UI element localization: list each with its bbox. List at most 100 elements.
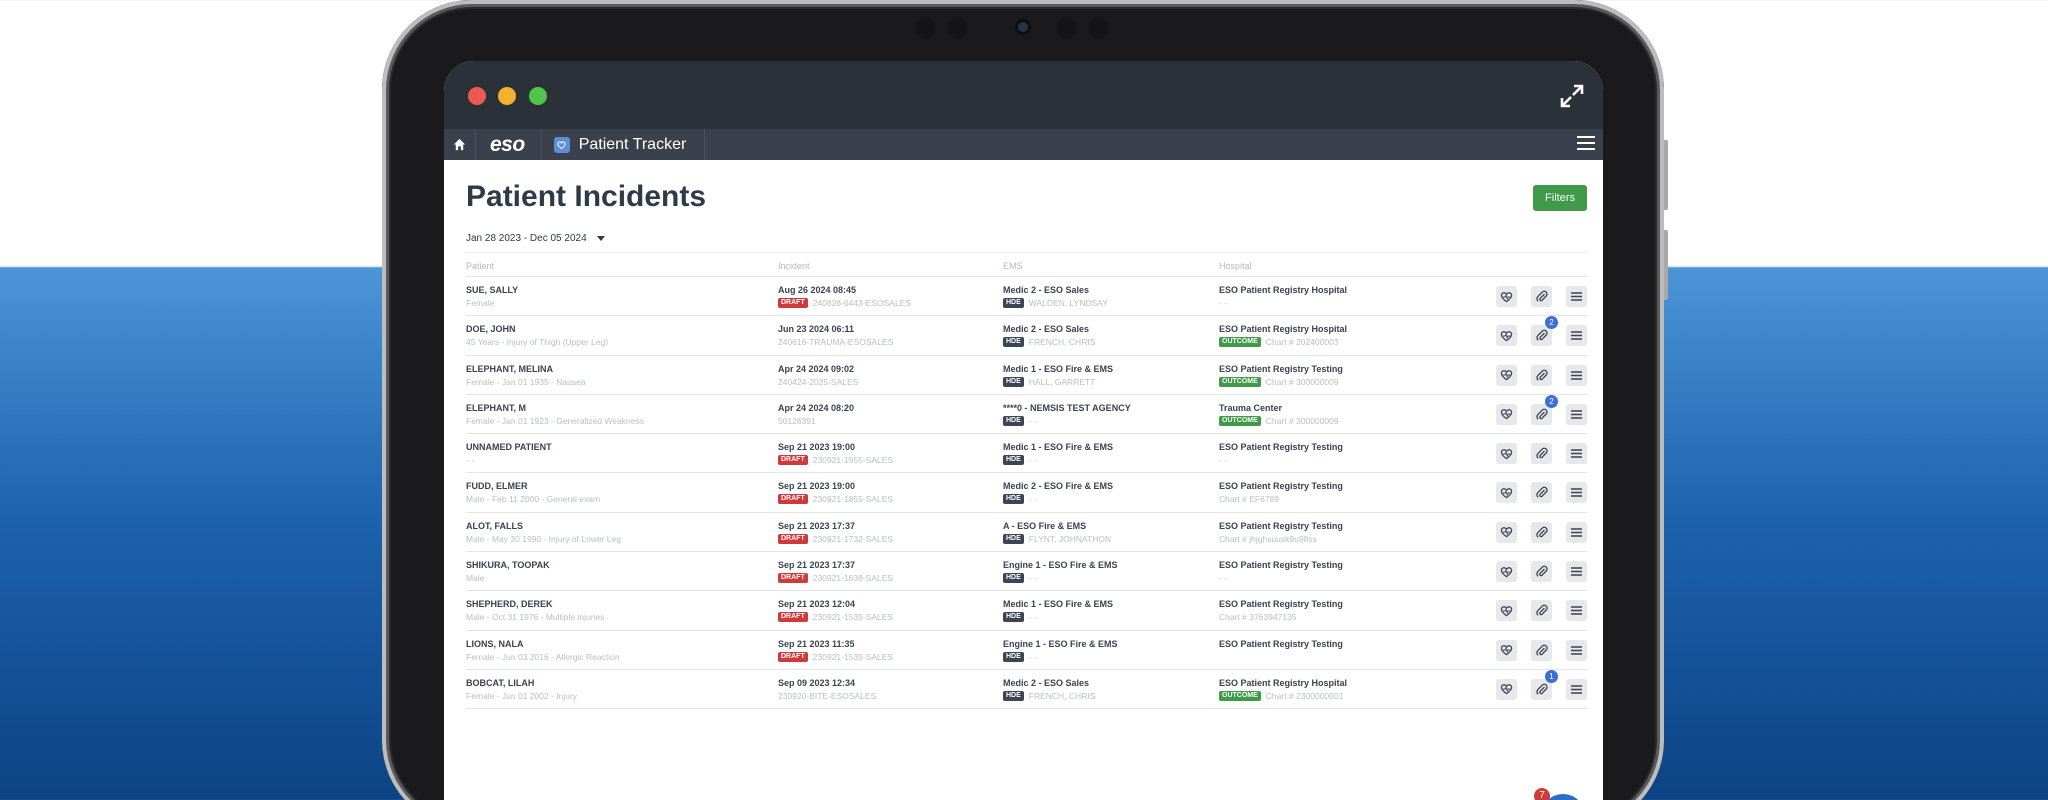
home-icon[interactable] bbox=[444, 129, 476, 160]
attachments-button[interactable] bbox=[1531, 443, 1552, 465]
vitals-button[interactable] bbox=[1496, 325, 1517, 347]
vitals-button[interactable] bbox=[1496, 561, 1517, 583]
incident-date[interactable]: Sep 21 2023 11:35 bbox=[778, 639, 893, 649]
table-row[interactable]: LIONS, NALA Female - Jun 03 2016 - Aller… bbox=[466, 631, 1587, 670]
patient-name[interactable]: ALOT, FALLS bbox=[466, 521, 621, 531]
column-header-patient[interactable]: Patient bbox=[466, 261, 494, 271]
attachments-button[interactable] bbox=[1531, 521, 1552, 543]
patient-name[interactable]: SHEPHERD, DEREK bbox=[466, 599, 604, 609]
date-range-value: Jan 28 2023 - Dec 05 2024 bbox=[466, 233, 587, 244]
incident-date[interactable]: Sep 21 2023 17:37 bbox=[778, 560, 893, 570]
paperclip-icon bbox=[1535, 408, 1548, 420]
row-menu-button[interactable] bbox=[1566, 678, 1587, 700]
column-header-ems[interactable]: EMS bbox=[1003, 261, 1023, 271]
hde-badge: HDE bbox=[1003, 298, 1024, 308]
row-menu-button[interactable] bbox=[1566, 364, 1587, 386]
hospital-cell: ESO Patient Registry Testing bbox=[1219, 639, 1343, 652]
expand-icon[interactable] bbox=[1559, 83, 1585, 109]
table-row[interactable]: DOE, JOHN 45 Years - Injury of Thigh (Up… bbox=[466, 316, 1587, 356]
vitals-button[interactable] bbox=[1496, 443, 1517, 465]
attachments-button[interactable] bbox=[1531, 561, 1552, 583]
maximize-window-button[interactable] bbox=[529, 87, 547, 105]
patient-tracker-tab[interactable]: Patient Tracker bbox=[542, 129, 706, 160]
list-menu-icon bbox=[1571, 488, 1582, 498]
hospital-name: ESO Patient Registry Testing bbox=[1219, 481, 1343, 492]
column-header-incident[interactable]: Incident bbox=[778, 261, 810, 271]
incident-cell: Aug 26 2024 08:45 DRAFT 240826-6443-ESOSA… bbox=[778, 285, 911, 308]
sensor-icon bbox=[1088, 18, 1108, 38]
attachments-button[interactable] bbox=[1531, 482, 1552, 504]
attachments-button[interactable]: 1 bbox=[1531, 669, 1558, 700]
table-row[interactable]: UNNAMED PATIENT - - Sep 21 2023 19:00 DR… bbox=[466, 434, 1587, 474]
vitals-button[interactable] bbox=[1496, 403, 1517, 425]
row-menu-button[interactable] bbox=[1566, 325, 1587, 347]
row-menu-button[interactable] bbox=[1566, 403, 1587, 425]
date-range-dropdown[interactable]: Jan 28 2023 - Dec 05 2024 bbox=[466, 233, 605, 244]
ems-cell: Medic 2 - ESO Sales HDE FRENCH, CHRIS bbox=[1003, 678, 1095, 701]
table-row[interactable]: SHIKURA, TOOPAK Male Sep 21 2023 17:37 D… bbox=[466, 552, 1587, 592]
eso-logo[interactable]: eso bbox=[476, 129, 542, 160]
attachments-button[interactable] bbox=[1531, 639, 1552, 661]
table-row[interactable]: ALOT, FALLS Male - May 30 1990 - Injury … bbox=[466, 513, 1587, 553]
incident-date[interactable]: Sep 09 2023 12:34 bbox=[778, 678, 876, 688]
patient-name[interactable]: FUDD, ELMER bbox=[466, 481, 600, 491]
table-row[interactable]: SUE, SALLY Female Aug 26 2024 08:45 DRAF… bbox=[466, 277, 1587, 317]
heart-shield-icon bbox=[553, 136, 570, 153]
paperclip-icon bbox=[1535, 565, 1548, 577]
hamburger-menu-icon[interactable] bbox=[1577, 136, 1595, 152]
attachments-button[interactable] bbox=[1531, 600, 1552, 622]
patient-name[interactable]: LIONS, NALA bbox=[466, 639, 620, 649]
incident-date[interactable]: Apr 24 2024 09:02 bbox=[778, 364, 858, 374]
column-header-hospital[interactable]: Hospital bbox=[1219, 261, 1252, 271]
row-menu-button[interactable] bbox=[1566, 639, 1587, 661]
paperclip-icon bbox=[1535, 487, 1548, 499]
row-menu-button[interactable] bbox=[1566, 482, 1587, 504]
vitals-button[interactable] bbox=[1496, 678, 1517, 700]
table-row[interactable]: FUDD, ELMER Male - Feb 11 2000 - General… bbox=[466, 473, 1587, 513]
table-row[interactable]: BOBCAT, LILAH Female - Jun 01 2002 - Inj… bbox=[466, 669, 1587, 710]
row-menu-button[interactable] bbox=[1566, 600, 1587, 622]
incident-date[interactable]: Sep 21 2023 19:00 bbox=[778, 442, 893, 452]
help-button[interactable]: ? 7 bbox=[1534, 788, 1585, 800]
paperclip-icon bbox=[1535, 447, 1548, 459]
patient-name[interactable]: DOE, JOHN bbox=[466, 324, 608, 334]
minimize-window-button[interactable] bbox=[498, 87, 516, 105]
vitals-button[interactable] bbox=[1496, 600, 1517, 622]
incident-date[interactable]: Apr 24 2024 08:20 bbox=[778, 403, 854, 413]
attachments-button[interactable] bbox=[1531, 286, 1552, 307]
heart-monitor-icon bbox=[1500, 291, 1513, 302]
row-menu-button[interactable] bbox=[1566, 443, 1587, 465]
row-menu-button[interactable] bbox=[1566, 286, 1587, 307]
attachments-button[interactable]: 2 bbox=[1531, 394, 1558, 425]
table-row[interactable]: ELEPHANT, M Female - Jan 01 1923 - Gener… bbox=[466, 394, 1587, 435]
vitals-button[interactable] bbox=[1496, 482, 1517, 504]
incident-date[interactable]: Sep 21 2023 17:37 bbox=[778, 521, 893, 531]
patient-name[interactable]: UNNAMED PATIENT bbox=[466, 442, 552, 452]
attachments-button[interactable]: 2 bbox=[1531, 316, 1558, 347]
patient-name[interactable]: ELEPHANT, MELINA bbox=[466, 364, 586, 374]
vitals-button[interactable] bbox=[1496, 364, 1517, 386]
row-menu-button[interactable] bbox=[1566, 521, 1587, 543]
incident-date[interactable]: Sep 21 2023 19:00 bbox=[778, 481, 893, 491]
patient-name[interactable]: SHIKURA, TOOPAK bbox=[466, 560, 550, 570]
row-menu-button[interactable] bbox=[1566, 561, 1587, 583]
paperclip-icon bbox=[1535, 605, 1548, 617]
hospital-name: ESO Patient Registry Testing bbox=[1219, 560, 1343, 571]
table-row[interactable]: ELEPHANT, MELINA Female - Jan 01 1935 - … bbox=[466, 356, 1587, 395]
patient-name[interactable]: BOBCAT, LILAH bbox=[466, 678, 577, 688]
incident-date[interactable]: Jun 23 2024 06:11 bbox=[778, 324, 893, 334]
ems-cell: Medic 1 - ESO Fire & EMS HDE HALL, GARRET… bbox=[1003, 364, 1113, 387]
incident-date[interactable]: Sep 21 2023 12:04 bbox=[778, 599, 893, 609]
patient-name[interactable]: ELEPHANT, M bbox=[466, 403, 644, 413]
vitals-button[interactable] bbox=[1496, 639, 1517, 661]
incident-id: 240424-2025-SALES bbox=[778, 376, 859, 387]
vitals-button[interactable] bbox=[1496, 286, 1517, 307]
table-row[interactable]: SHEPHERD, DEREK Male - Oct 31 1976 - Mul… bbox=[466, 591, 1587, 631]
filters-button[interactable]: Filters bbox=[1533, 185, 1587, 211]
patient-name[interactable]: SUE, SALLY bbox=[466, 285, 518, 295]
vitals-button[interactable] bbox=[1496, 521, 1517, 543]
incident-date[interactable]: Aug 26 2024 08:45 bbox=[778, 285, 911, 295]
table-body: SUE, SALLY Female Aug 26 2024 08:45 DRAF… bbox=[466, 277, 1587, 710]
attachments-button[interactable] bbox=[1531, 364, 1552, 386]
close-window-button[interactable] bbox=[468, 87, 486, 105]
